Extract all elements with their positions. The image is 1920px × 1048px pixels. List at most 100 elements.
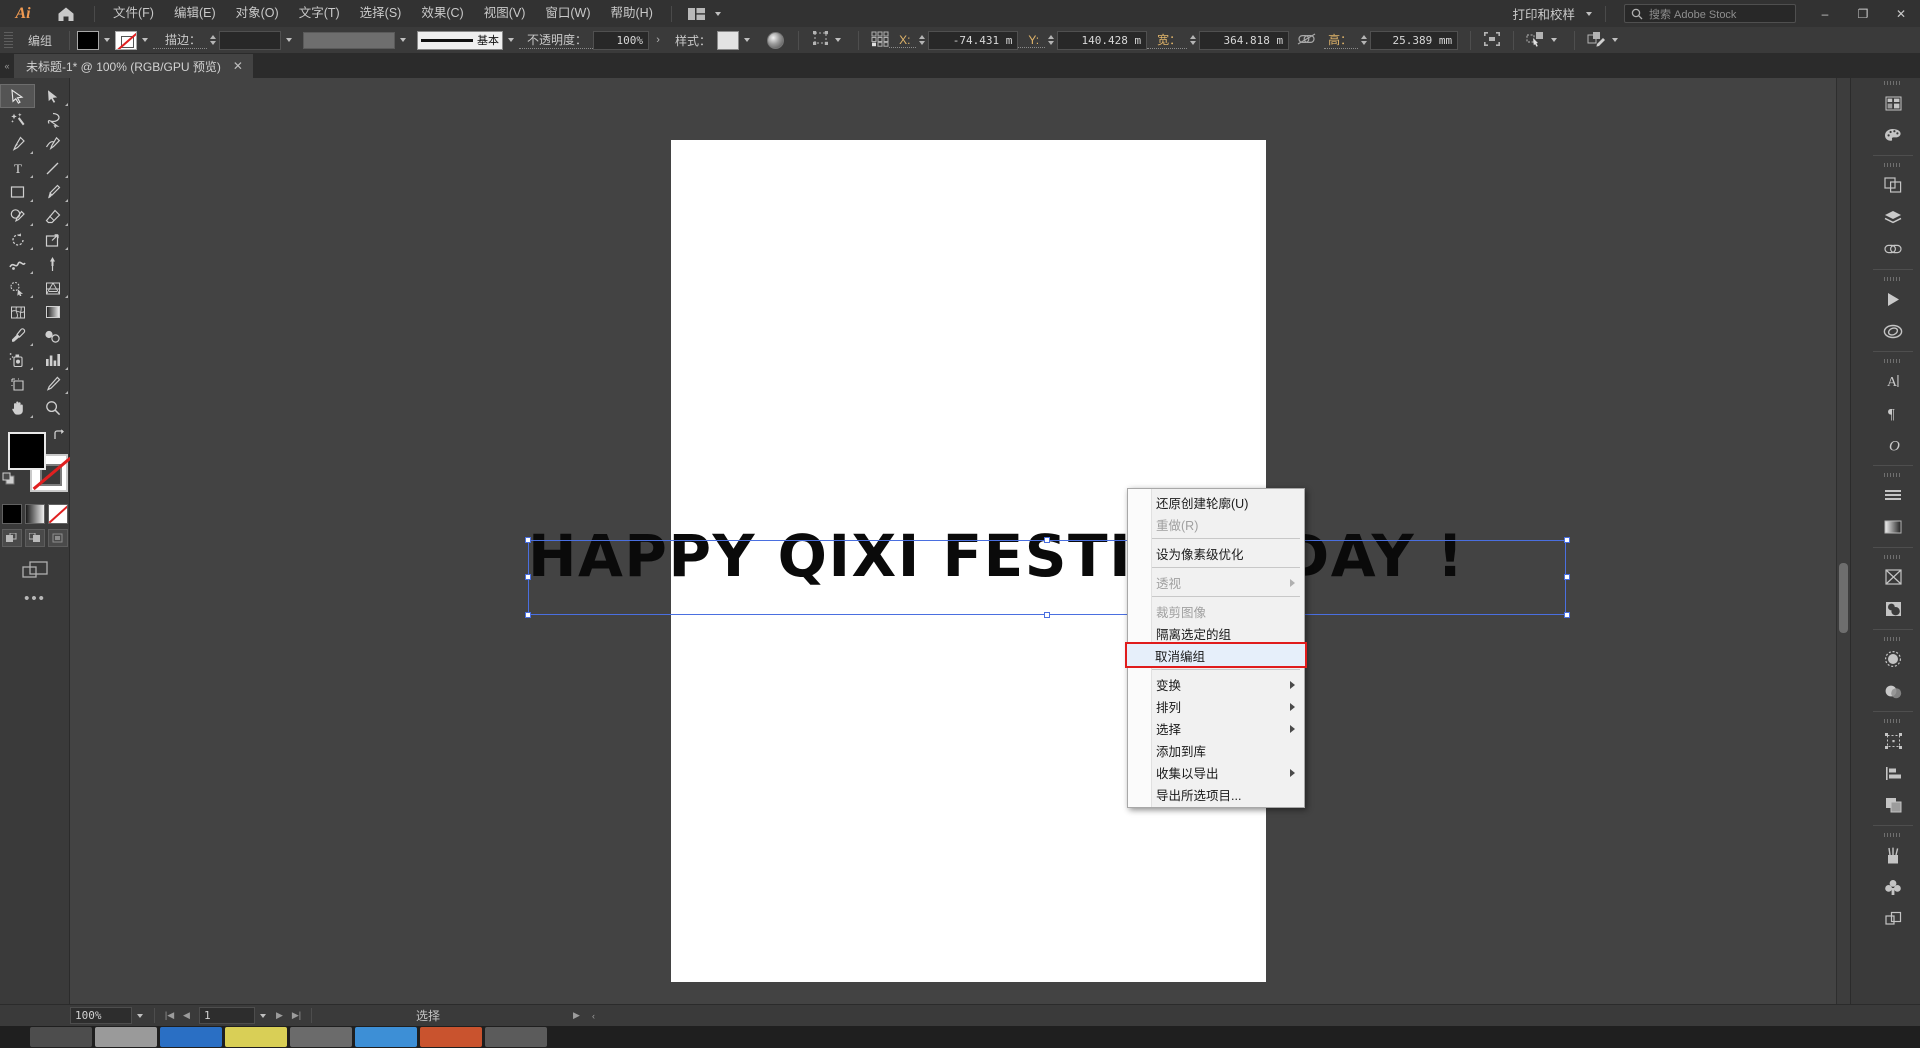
prev-page-icon[interactable]: ◀ bbox=[178, 1007, 195, 1024]
actions-panel-icon[interactable] bbox=[1873, 283, 1913, 315]
stroke-variable-width-bar[interactable] bbox=[303, 31, 396, 49]
select-similar-caret-icon[interactable] bbox=[1551, 38, 1558, 42]
dock-grip[interactable] bbox=[1873, 356, 1913, 365]
layers-panel-icon[interactable] bbox=[1873, 201, 1913, 233]
none-color-icon[interactable] bbox=[47, 504, 68, 524]
rotate-tool[interactable] bbox=[0, 228, 35, 252]
canvas-vertical-scrollbar[interactable] bbox=[1836, 78, 1850, 1026]
stroke-weight-field[interactable] bbox=[219, 30, 282, 50]
taskbar-item[interactable] bbox=[160, 1027, 222, 1047]
fill-caret-icon[interactable] bbox=[104, 38, 111, 42]
flat-color-icon[interactable] bbox=[1, 504, 22, 524]
dock-grip[interactable] bbox=[1873, 470, 1913, 479]
paintbrush-tool[interactable] bbox=[35, 180, 70, 204]
transform-caret-icon[interactable] bbox=[835, 38, 842, 42]
home-icon[interactable] bbox=[46, 0, 86, 27]
ctx-undo-create-outlines[interactable]: 还原创建轮廓(U) bbox=[1128, 491, 1304, 513]
transparency-panel-icon[interactable] bbox=[1873, 593, 1913, 625]
taskbar-item[interactable] bbox=[485, 1027, 547, 1047]
menu-object[interactable]: 对象(O) bbox=[226, 0, 289, 27]
toolbar-fill-swatch[interactable] bbox=[8, 432, 46, 470]
y-label[interactable]: Y: bbox=[1018, 33, 1046, 48]
graphic-styles-panel-icon[interactable] bbox=[1873, 675, 1913, 707]
menu-file[interactable]: 文件(F) bbox=[103, 0, 164, 27]
stroke-caret-icon[interactable] bbox=[142, 38, 149, 42]
arrange-documents-icon[interactable] bbox=[680, 0, 734, 27]
gradient-color-icon[interactable] bbox=[24, 504, 45, 524]
align-reference-icon[interactable] bbox=[871, 31, 889, 50]
ctx-make-pixel-perfect[interactable]: 设为像素级优化 bbox=[1128, 542, 1304, 564]
canvas-scrollbar-thumb[interactable] bbox=[1839, 563, 1848, 633]
dock-grip[interactable] bbox=[1873, 78, 1913, 87]
close-window-button[interactable]: ✕ bbox=[1882, 0, 1920, 27]
stroke-weight-stepper[interactable] bbox=[207, 35, 219, 45]
selection-tool[interactable] bbox=[0, 84, 35, 108]
type-tool[interactable]: T bbox=[0, 156, 35, 180]
creative-cloud-libraries-icon[interactable] bbox=[1873, 315, 1913, 347]
close-icon[interactable]: ✕ bbox=[233, 59, 243, 73]
direct-selection-tool[interactable] bbox=[35, 84, 70, 108]
pen-tool[interactable] bbox=[0, 132, 35, 156]
zoom-level-input[interactable]: 100% bbox=[70, 1007, 132, 1024]
brushes-panel-icon[interactable] bbox=[1873, 839, 1913, 871]
menu-edit[interactable]: 编辑(E) bbox=[164, 0, 226, 27]
draw-inside-icon[interactable] bbox=[47, 529, 68, 547]
symbols-panel-icon[interactable] bbox=[1873, 871, 1913, 903]
screen-mode-icon[interactable] bbox=[0, 555, 70, 585]
align-panel-icon[interactable] bbox=[1873, 479, 1913, 511]
x-input[interactable]: -74.431 m bbox=[928, 30, 1019, 50]
width-input[interactable]: 364.818 m bbox=[1199, 30, 1290, 50]
links-panel-icon[interactable] bbox=[1873, 233, 1913, 265]
x-stepper[interactable] bbox=[916, 35, 928, 45]
menu-effect[interactable]: 效果(C) bbox=[411, 0, 473, 27]
symbol-sprayer-tool[interactable] bbox=[0, 348, 35, 372]
taskbar-item[interactable] bbox=[420, 1027, 482, 1047]
artboard-caret-icon[interactable] bbox=[260, 1013, 266, 1018]
blend-tool[interactable] bbox=[35, 324, 70, 348]
taskbar-item[interactable] bbox=[30, 1027, 92, 1047]
zoom-tool[interactable] bbox=[35, 396, 70, 420]
scale-tool[interactable] bbox=[35, 228, 70, 252]
distribute-icon[interactable] bbox=[1483, 31, 1501, 50]
ctx-export-selection[interactable]: 导出所选项目... bbox=[1128, 783, 1304, 805]
minimize-button[interactable]: – bbox=[1806, 0, 1844, 27]
dock-grip[interactable] bbox=[1873, 160, 1913, 169]
ctx-collect-for-export[interactable]: 收集以导出 bbox=[1128, 761, 1304, 783]
more-options-caret-icon[interactable] bbox=[1612, 38, 1619, 42]
status-collapse-icon[interactable]: ‹ bbox=[585, 1007, 602, 1024]
shape-builder-tool[interactable] bbox=[0, 276, 35, 300]
artboards-panel-icon[interactable] bbox=[1873, 789, 1913, 821]
slice-tool[interactable] bbox=[35, 372, 70, 396]
dock-grip[interactable] bbox=[1873, 830, 1913, 839]
image-trace-panel-icon[interactable] bbox=[1873, 561, 1913, 593]
appearance-panel-icon[interactable] bbox=[1873, 643, 1913, 675]
curvature-tool[interactable] bbox=[35, 132, 70, 156]
more-options-icon[interactable] bbox=[1587, 31, 1607, 50]
taskbar-item[interactable] bbox=[355, 1027, 417, 1047]
opacity-flyout-icon[interactable]: › bbox=[649, 34, 667, 46]
ctx-isolate-selected-group[interactable]: 隔离选定的组 bbox=[1128, 622, 1304, 644]
graphic-style-swatch[interactable] bbox=[717, 30, 740, 50]
taskbar-item[interactable] bbox=[290, 1027, 352, 1047]
magic-wand-tool[interactable] bbox=[0, 108, 35, 132]
transform-panel-icon[interactable] bbox=[1873, 725, 1913, 757]
zoom-caret-icon[interactable] bbox=[137, 1013, 143, 1018]
free-transform-tool[interactable] bbox=[35, 252, 70, 276]
glyphs-panel-icon[interactable]: O bbox=[1873, 429, 1913, 461]
style-caret-icon[interactable] bbox=[744, 38, 751, 42]
stroke-profile-caret-icon[interactable] bbox=[508, 38, 515, 42]
ctx-ungroup[interactable]: 取消编组 bbox=[1125, 642, 1307, 668]
width-tool[interactable] bbox=[0, 252, 35, 276]
opacity-label[interactable]: 不透明度： bbox=[519, 31, 594, 49]
edit-toolbar-dots-icon[interactable]: ••• bbox=[0, 585, 70, 611]
artboard-tool[interactable] bbox=[0, 372, 35, 396]
recolor-artwork-icon[interactable] bbox=[767, 31, 785, 49]
eyedropper-tool[interactable] bbox=[0, 324, 35, 348]
height-label[interactable]: 高： bbox=[1324, 31, 1359, 49]
taskbar-item[interactable] bbox=[95, 1027, 157, 1047]
stroke-color-swatch[interactable] bbox=[115, 30, 138, 50]
properties-panel-icon[interactable] bbox=[1873, 87, 1913, 119]
variable-width-caret-icon[interactable] bbox=[400, 38, 407, 42]
color-panel-icon[interactable] bbox=[1873, 119, 1913, 151]
draw-behind-icon[interactable] bbox=[24, 529, 45, 547]
